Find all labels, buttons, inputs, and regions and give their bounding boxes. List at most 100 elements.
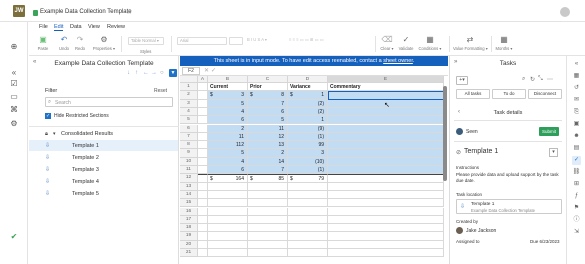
- search-tasks-icon[interactable]: ⌕: [522, 76, 525, 83]
- commentary-cell[interactable]: [328, 149, 444, 158]
- conditions-button[interactable]: ▦ Conditions ▾: [417, 35, 443, 51]
- data-cell[interactable]: 1: [288, 116, 328, 125]
- empty-cell[interactable]: [248, 240, 288, 249]
- link-icon[interactable]: ⛓: [572, 168, 581, 177]
- accept-edit-icon[interactable]: ✓: [211, 67, 216, 74]
- data-cell[interactable]: 3: [288, 149, 328, 158]
- row-header[interactable]: 8: [180, 141, 198, 150]
- empty-cell[interactable]: [208, 249, 248, 258]
- data-cell[interactable]: [198, 149, 208, 158]
- commentary-cell[interactable]: [328, 116, 444, 125]
- empty-cell[interactable]: [208, 199, 248, 208]
- data-cell[interactable]: (10): [288, 157, 328, 166]
- expand-icon[interactable]: «: [572, 60, 581, 69]
- empty-cell[interactable]: [328, 240, 444, 249]
- attachments-icon[interactable]: ⎘: [572, 108, 581, 117]
- empty-cell[interactable]: [208, 182, 248, 191]
- header-cell[interactable]: Variance: [288, 83, 328, 92]
- settings-icon[interactable]: ⚙: [9, 119, 19, 129]
- empty-cell[interactable]: [248, 249, 288, 258]
- empty-cell[interactable]: [248, 232, 288, 241]
- tab-all-tasks[interactable]: All tasks: [456, 89, 490, 99]
- empty-cell[interactable]: [198, 207, 208, 216]
- commentary-cell[interactable]: [328, 107, 444, 117]
- move-right-icon[interactable]: →: [151, 70, 157, 76]
- empty-cell[interactable]: [288, 190, 328, 200]
- empty-cell[interactable]: [328, 215, 444, 225]
- empty-cell[interactable]: [248, 207, 288, 216]
- table-format-select[interactable]: Table Normal ▾: [128, 37, 164, 45]
- commentary-cell[interactable]: [328, 157, 444, 166]
- data-cell[interactable]: (2): [288, 107, 328, 117]
- paste-button[interactable]: ▣ Paste: [34, 35, 52, 51]
- header-cell[interactable]: Commentary: [328, 83, 444, 92]
- row-header[interactable]: 15: [180, 199, 198, 208]
- months-button[interactable]: ▦ Months ▾: [495, 35, 513, 51]
- empty-cell[interactable]: [328, 199, 444, 208]
- row-header[interactable]: 2: [180, 91, 198, 100]
- data-cell[interactable]: $3: [208, 91, 248, 100]
- refresh-icon[interactable]: ↻: [530, 76, 535, 83]
- formula-icon[interactable]: ƒ: [572, 192, 581, 201]
- data-cell[interactable]: (2): [288, 99, 328, 108]
- row-header[interactable]: 3: [180, 99, 198, 108]
- template-item[interactable]: ⇩ Template 1: [29, 140, 178, 151]
- move-left-icon[interactable]: ←: [143, 70, 149, 76]
- chart-icon[interactable]: ▤: [572, 144, 581, 153]
- empty-cell[interactable]: [208, 190, 248, 200]
- calendar-icon[interactable]: ▦: [572, 72, 581, 81]
- total-cell[interactable]: $85: [248, 174, 288, 183]
- row-header[interactable]: 19: [180, 232, 198, 241]
- empty-cell[interactable]: [248, 190, 288, 200]
- data-cell[interactable]: $1: [288, 91, 328, 100]
- star-icon[interactable]: ☆: [126, 8, 132, 16]
- row-header[interactable]: 17: [180, 215, 198, 225]
- empty-cell[interactable]: [198, 240, 208, 249]
- move-up-icon[interactable]: ↑: [135, 70, 138, 76]
- column-header-c[interactable]: B: [208, 76, 248, 83]
- data-cell[interactable]: 12: [248, 132, 288, 142]
- add-task-button[interactable]: +▾: [456, 76, 468, 85]
- data-cell[interactable]: [198, 141, 208, 150]
- total-cell[interactable]: $164: [208, 174, 248, 183]
- header-cell[interactable]: [198, 83, 208, 92]
- empty-cell[interactable]: [288, 215, 328, 225]
- info-icon[interactable]: ⓘ: [572, 216, 581, 225]
- data-cell[interactable]: 7: [248, 166, 288, 175]
- empty-cell[interactable]: [198, 249, 208, 258]
- data-cell[interactable]: $8: [248, 91, 288, 100]
- empty-cell[interactable]: [198, 224, 208, 233]
- row-header[interactable]: 13: [180, 182, 198, 191]
- menu-data[interactable]: Data: [70, 24, 82, 30]
- data-cell[interactable]: [198, 132, 208, 142]
- data-cell[interactable]: [198, 91, 208, 100]
- comments-icon[interactable]: ✉: [572, 96, 581, 105]
- more-icon[interactable]: ⇲: [572, 228, 581, 237]
- cancel-edit-icon[interactable]: ✕: [204, 67, 209, 74]
- data-cell[interactable]: 6: [208, 116, 248, 125]
- row-header[interactable]: 14: [180, 190, 198, 200]
- submit-button[interactable]: Submit: [539, 127, 559, 136]
- reset-link[interactable]: Reset: [154, 88, 167, 94]
- data-cell[interactable]: (1): [288, 166, 328, 175]
- empty-cell[interactable]: [248, 182, 288, 191]
- data-cell[interactable]: [198, 107, 208, 117]
- data-cell[interactable]: 7: [248, 99, 288, 108]
- empty-cell[interactable]: [288, 249, 328, 258]
- user-avatar[interactable]: [560, 7, 570, 17]
- row-header[interactable]: 21: [180, 249, 198, 258]
- column-header-d[interactable]: C: [248, 76, 288, 83]
- row-header[interactable]: 7: [180, 132, 198, 142]
- data-cell[interactable]: 13: [248, 141, 288, 150]
- data-cell[interactable]: [198, 166, 208, 175]
- commentary-cell[interactable]: [328, 132, 444, 142]
- menu-file[interactable]: File: [39, 24, 48, 30]
- move-down-icon[interactable]: ↓: [127, 70, 130, 76]
- row-header[interactable]: 1: [180, 83, 198, 92]
- empty-cell[interactable]: [198, 215, 208, 225]
- empty-cell[interactable]: [198, 232, 208, 241]
- empty-cell[interactable]: [328, 249, 444, 258]
- empty-cell[interactable]: [328, 224, 444, 233]
- empty-cell[interactable]: [248, 224, 288, 233]
- font-size-select[interactable]: [229, 37, 243, 45]
